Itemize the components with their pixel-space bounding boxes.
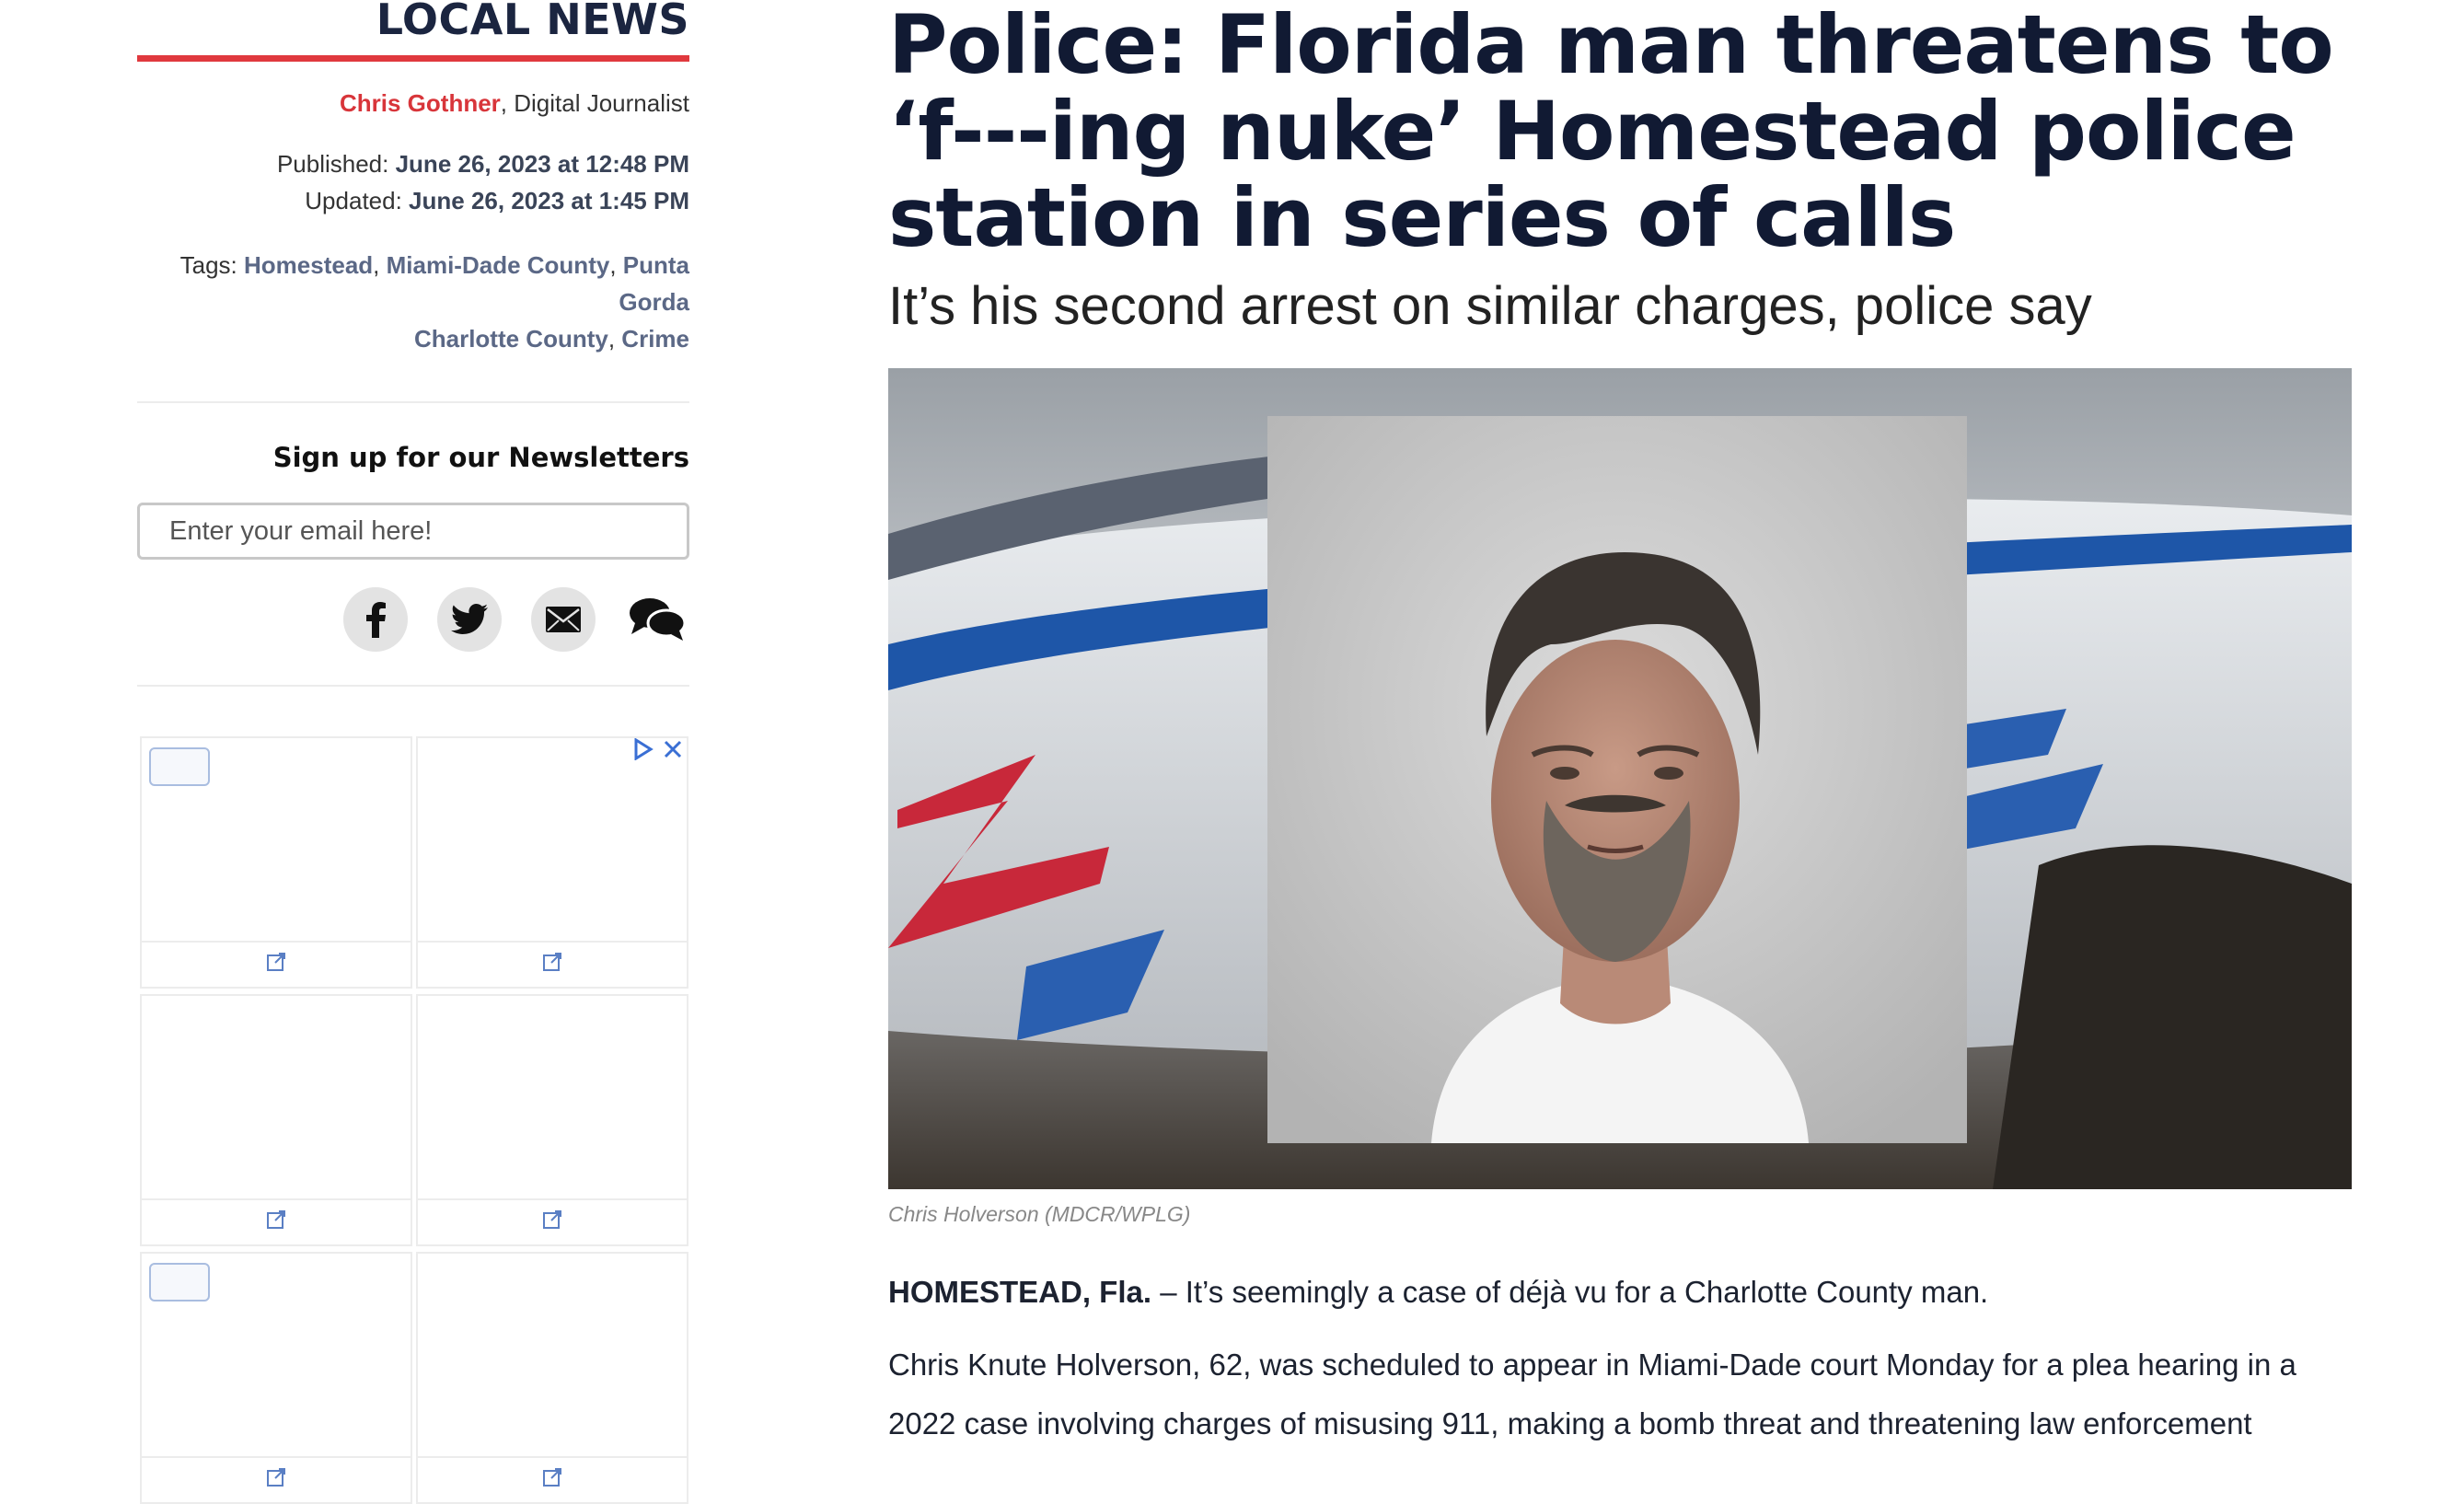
published-date: June 26, 2023 at 12:48 PM bbox=[395, 150, 689, 178]
article-headline: Police: Florida man threatens to ‘f---in… bbox=[888, 0, 2334, 265]
external-link-icon[interactable] bbox=[266, 1209, 286, 1230]
article-dateline: HOMESTEAD, Fla. – It’s seemingly a case … bbox=[888, 1275, 2352, 1310]
email-icon bbox=[546, 607, 581, 632]
tag-separator: , bbox=[607, 325, 622, 353]
published-label: Published: bbox=[276, 150, 389, 178]
ad-badge bbox=[149, 1263, 210, 1302]
tag-link-crime[interactable]: Crime bbox=[621, 325, 689, 353]
ad-slot[interactable] bbox=[416, 1252, 688, 1504]
ad-footer bbox=[142, 941, 411, 987]
section-rule bbox=[137, 55, 689, 62]
ad-slot[interactable] bbox=[140, 736, 412, 989]
external-link-icon[interactable] bbox=[542, 952, 562, 972]
ad-footer bbox=[142, 1456, 411, 1502]
updated-date: June 26, 2023 at 1:45 PM bbox=[409, 187, 689, 214]
dateline-place: HOMESTEAD, Fla. bbox=[888, 1275, 1152, 1309]
ad-footer bbox=[418, 941, 687, 987]
dateline-text: – It’s seemingly a case of déjà vu for a… bbox=[1151, 1275, 1989, 1309]
ad-badge bbox=[149, 747, 210, 786]
tag-separator: , bbox=[609, 251, 623, 279]
article-sidebar: LOCAL NEWS Chris Gothner, Digital Journa… bbox=[137, 0, 689, 687]
newsletter-title: Sign up for our Newsletters bbox=[272, 442, 689, 473]
article-main: Police: Florida man threatens to ‘f---in… bbox=[888, 0, 2352, 1484]
ad-slot[interactable] bbox=[140, 1252, 412, 1504]
tag-list: Tags: Homestead, Miami-Dade County, Punt… bbox=[137, 247, 689, 357]
article-paragraph: Chris Knute Holverson, 62, was scheduled… bbox=[888, 1348, 2296, 1440]
updated-line: Updated: June 26, 2023 at 1:45 PM bbox=[137, 182, 689, 219]
tags-label: Tags: bbox=[179, 251, 237, 279]
tag-separator: , bbox=[373, 251, 387, 279]
external-link-icon[interactable] bbox=[266, 1467, 286, 1487]
tag-line-1: Tags: Homestead, Miami-Dade County, Punt… bbox=[137, 247, 689, 320]
tag-link-homestead[interactable]: Homestead bbox=[244, 251, 373, 279]
article-subheadline: It’s his second arrest on similar charge… bbox=[888, 276, 2092, 336]
section-title[interactable]: LOCAL NEWS bbox=[137, 0, 689, 40]
facebook-icon bbox=[366, 602, 386, 638]
comments-icon bbox=[630, 598, 687, 641]
tag-link-punta-gorda[interactable]: Punta Gorda bbox=[619, 251, 689, 316]
divider bbox=[137, 685, 689, 687]
ad-slot[interactable] bbox=[140, 994, 412, 1246]
external-link-icon[interactable] bbox=[542, 1209, 562, 1230]
tag-line-2: , Charlotte County, Crime bbox=[137, 320, 689, 357]
ad-choices-icon[interactable] bbox=[633, 738, 654, 760]
byline: Chris Gothner, Digital Journalist bbox=[137, 89, 689, 118]
mugshot-image bbox=[888, 368, 2352, 1189]
tag-link-miami-dade[interactable]: Miami-Dade County bbox=[387, 251, 610, 279]
external-link-icon[interactable] bbox=[542, 1467, 562, 1487]
comments-button[interactable] bbox=[625, 587, 689, 652]
tag-link-charlotte-county[interactable]: Charlotte County bbox=[414, 325, 608, 353]
updated-label: Updated: bbox=[305, 187, 402, 214]
twitter-icon bbox=[451, 604, 488, 634]
email-share-button[interactable] bbox=[531, 587, 596, 652]
newsletter-email-input[interactable] bbox=[137, 503, 689, 560]
ad-grid bbox=[140, 736, 688, 1504]
twitter-share-button[interactable] bbox=[437, 587, 502, 652]
article-photo[interactable] bbox=[888, 368, 2352, 1189]
divider bbox=[137, 401, 689, 403]
share-bar bbox=[137, 587, 689, 652]
ad-footer bbox=[418, 1456, 687, 1502]
ad-footer bbox=[418, 1198, 687, 1244]
published-line: Published: June 26, 2023 at 12:48 PM bbox=[137, 145, 689, 182]
close-ad-icon[interactable] bbox=[663, 739, 683, 759]
publish-dates: Published: June 26, 2023 at 12:48 PM Upd… bbox=[137, 145, 689, 219]
external-link-icon[interactable] bbox=[266, 952, 286, 972]
ad-slot[interactable] bbox=[416, 994, 688, 1246]
ad-slot[interactable] bbox=[416, 736, 688, 989]
facebook-share-button[interactable] bbox=[343, 587, 408, 652]
ad-footer bbox=[142, 1198, 411, 1244]
ad-choices bbox=[633, 738, 683, 760]
photo-caption: Chris Holverson (MDCR/WPLG) bbox=[888, 1202, 1191, 1226]
author-role: , Digital Journalist bbox=[500, 89, 689, 117]
author-link[interactable]: Chris Gothner bbox=[340, 89, 501, 117]
